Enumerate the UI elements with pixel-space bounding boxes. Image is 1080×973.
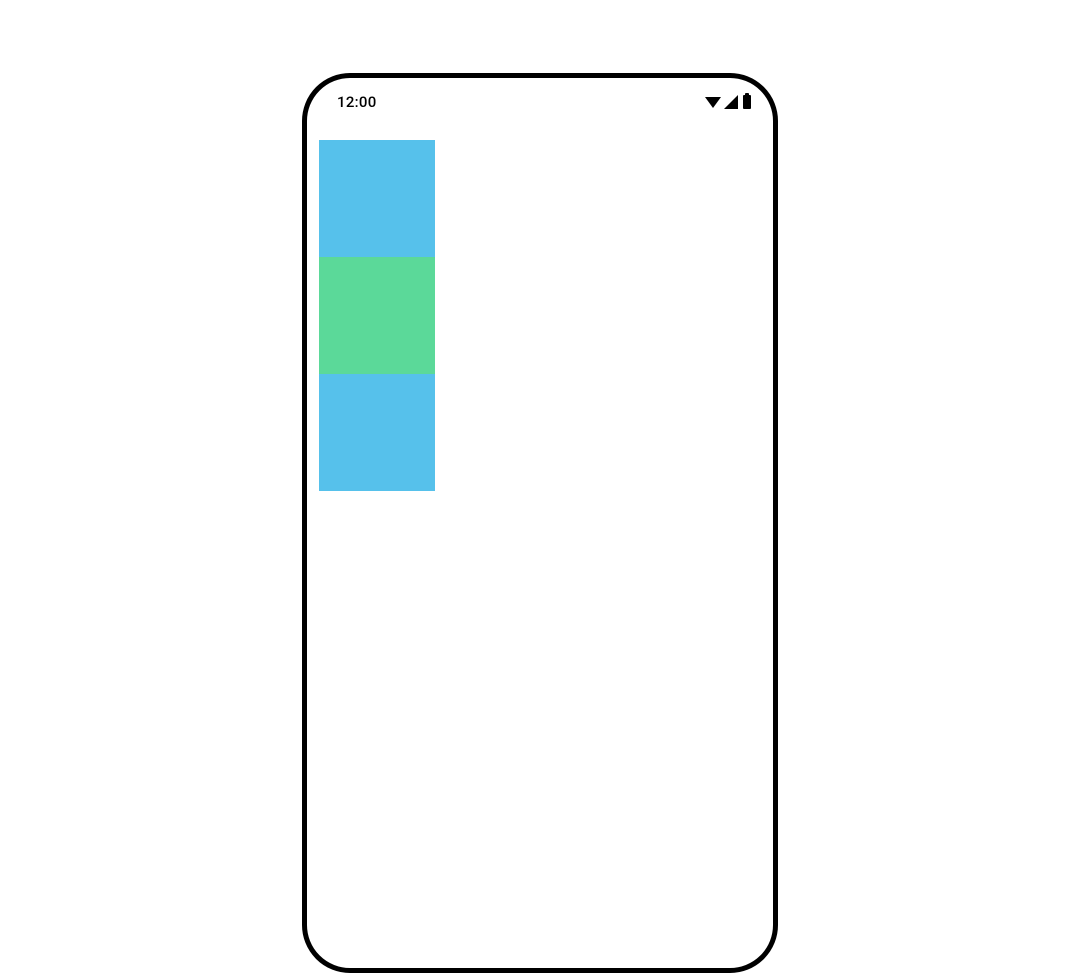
battery-icon (743, 95, 751, 109)
wifi-icon (705, 97, 721, 108)
block-bottom (319, 374, 435, 491)
color-column (319, 140, 435, 491)
status-time: 12:00 (337, 93, 377, 111)
status-bar: 12:00 (307, 78, 773, 116)
status-icons (705, 95, 751, 109)
content-area (307, 116, 773, 491)
phone-frame: 12:00 (302, 73, 778, 973)
cellular-signal-icon (724, 95, 738, 109)
block-middle (319, 257, 435, 374)
block-top (319, 140, 435, 257)
